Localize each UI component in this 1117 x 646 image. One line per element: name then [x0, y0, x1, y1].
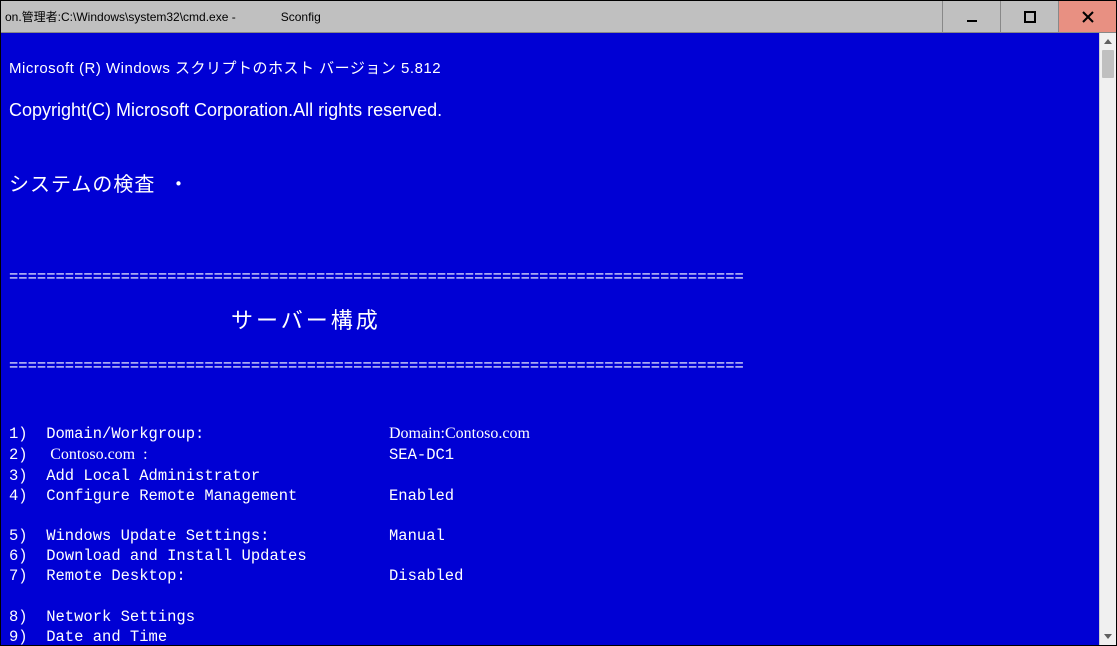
- menu-item-label: 2) Contoso.com :: [9, 445, 389, 466]
- menu-item: 9) Date and Time: [9, 627, 1091, 645]
- titlebar[interactable]: on.管理者:C:\Windows\system32\cmd.exe - Sco…: [1, 1, 1116, 33]
- title-left: on.管理者:C:\Windows\system32\cmd.exe -: [1, 8, 236, 25]
- divider-bottom: ========================================…: [9, 356, 1091, 376]
- copyright-line: Copyright(C) Microsoft Corporation.All r…: [9, 99, 1091, 122]
- menu-item: [9, 587, 1091, 607]
- console-output[interactable]: Microsoft (R) Windows スクリプトのホスト バージョン 5.…: [1, 33, 1099, 645]
- menu-item: [9, 506, 1091, 526]
- close-icon: [1082, 11, 1094, 23]
- menu-item: 8) Network Settings: [9, 607, 1091, 627]
- menu-item-label: 5) Windows Update Settings:: [9, 526, 389, 546]
- menu-item-label: 3) Add Local Administrator: [9, 466, 389, 486]
- menu-item-value: [389, 607, 1091, 627]
- title-text: on.管理者:C:\Windows\system32\cmd.exe - Sco…: [1, 8, 321, 25]
- content-area: Microsoft (R) Windows スクリプトのホスト バージョン 5.…: [1, 33, 1116, 645]
- menu-item-value: [389, 466, 1091, 486]
- minimize-icon: [966, 11, 978, 23]
- chevron-up-icon: [1104, 39, 1112, 44]
- scroll-down-arrow[interactable]: [1100, 628, 1116, 645]
- menu-item-label: 1) Domain/Workgroup:: [9, 424, 389, 445]
- menu-item: 5) Windows Update Settings:Manual: [9, 526, 1091, 546]
- chevron-down-icon: [1104, 634, 1112, 639]
- minimize-button[interactable]: [942, 1, 1000, 32]
- system-inspection-label: システムの検査 ・: [9, 172, 1091, 198]
- scroll-thumb[interactable]: [1102, 50, 1114, 78]
- app-window: on.管理者:C:\Windows\system32\cmd.exe - Sco…: [0, 0, 1117, 646]
- vertical-scrollbar[interactable]: [1099, 33, 1116, 645]
- scroll-up-arrow[interactable]: [1100, 33, 1116, 50]
- menu-list: 1) Domain/Workgroup:Domain:Contoso.com2)…: [9, 424, 1091, 645]
- menu-item: 3) Add Local Administrator: [9, 466, 1091, 486]
- close-button[interactable]: [1058, 1, 1116, 32]
- menu-item-value: Domain:Contoso.com: [389, 424, 1091, 445]
- menu-item: 1) Domain/Workgroup:Domain:Contoso.com: [9, 424, 1091, 445]
- divider-top: ========================================…: [9, 267, 1091, 287]
- menu-item-label: 7) Remote Desktop:: [9, 566, 389, 586]
- maximize-icon: [1024, 11, 1036, 23]
- menu-item-value: Manual: [389, 526, 1091, 546]
- title-right: Sconfig: [236, 10, 321, 24]
- menu-item: 2) Contoso.com :SEA-DC1: [9, 445, 1091, 466]
- menu-item: 7) Remote Desktop:Disabled: [9, 566, 1091, 586]
- menu-item: 4) Configure Remote ManagementEnabled: [9, 486, 1091, 506]
- menu-item-label: 4) Configure Remote Management: [9, 486, 389, 506]
- script-host-header: Microsoft (R) Windows スクリプトのホスト バージョン 5.…: [9, 59, 1091, 79]
- menu-item-label: 8) Network Settings: [9, 607, 389, 627]
- menu-item-value: [389, 546, 1091, 566]
- scroll-track[interactable]: [1100, 50, 1116, 628]
- section-title: サーバー構成: [9, 307, 381, 336]
- menu-item: 6) Download and Install Updates: [9, 546, 1091, 566]
- menu-item-value: Enabled: [389, 486, 1091, 506]
- menu-item-value: SEA-DC1: [389, 445, 1091, 466]
- maximize-button[interactable]: [1000, 1, 1058, 32]
- window-buttons: [942, 1, 1116, 32]
- menu-item-value: [389, 627, 1091, 645]
- menu-item-label: 6) Download and Install Updates: [9, 546, 389, 566]
- menu-item-value: Disabled: [389, 566, 1091, 586]
- menu-item-label: 9) Date and Time: [9, 627, 389, 645]
